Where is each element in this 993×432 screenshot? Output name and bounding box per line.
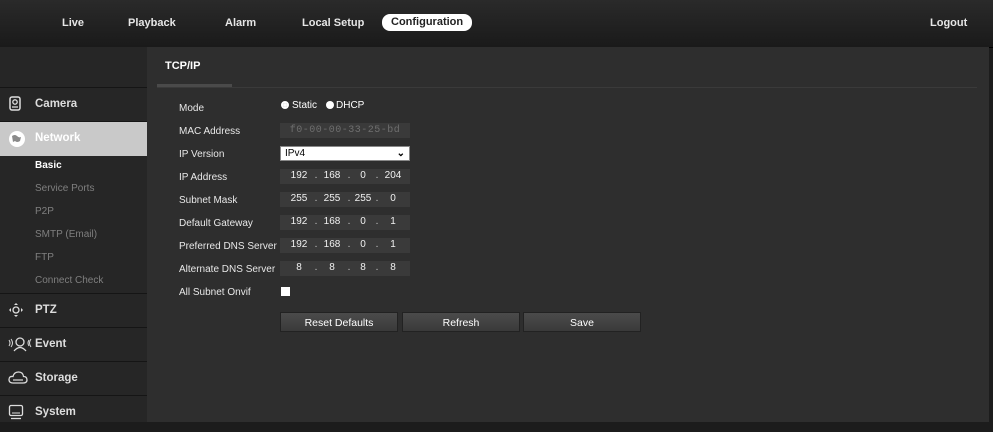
ip-octet[interactable]: 255 — [350, 193, 376, 204]
ip-octet[interactable]: 8 — [286, 262, 312, 273]
tab-divider — [157, 87, 977, 88]
ip-octet[interactable]: 8 — [319, 262, 345, 273]
dhcp-radio[interactable] — [326, 101, 334, 109]
sidebar-item-label: Storage — [35, 372, 78, 384]
all-subnet-onvif-label: All Subnet Onvif — [179, 287, 251, 298]
ip-octet[interactable]: 8 — [380, 262, 406, 273]
network-globe-icon — [9, 131, 25, 147]
ip-octet[interactable]: 192 — [286, 239, 312, 250]
sidebar: Camera Network Basic Service Ports P2P S… — [0, 47, 155, 432]
preferred-dns-label: Preferred DNS Server — [179, 241, 277, 252]
ip-octet[interactable]: 168 — [319, 216, 345, 227]
ip-octet[interactable]: 192 — [286, 216, 312, 227]
ip-octet[interactable]: 0 — [380, 193, 406, 204]
sidebar-subitem-basic[interactable]: Basic — [35, 160, 62, 171]
sidebar-subitem-connect-check[interactable]: Connect Check — [35, 275, 103, 286]
dhcp-radio-label: DHCP — [336, 100, 365, 111]
all-subnet-onvif-checkbox[interactable] — [281, 287, 290, 296]
ip-octet[interactable]: 0 — [350, 170, 376, 181]
ip-octet[interactable]: 0 — [350, 239, 376, 250]
ip-octet[interactable]: 192 — [286, 170, 312, 181]
preferred-dns-field[interactable]: 192 . 168 . 0 . 1 — [280, 238, 410, 253]
camera-icon — [9, 96, 21, 111]
nav-tab-configuration[interactable]: Configuration — [382, 14, 473, 31]
logout-link[interactable]: Logout — [930, 15, 967, 31]
tab-tcpip[interactable]: TCP/IP — [165, 60, 200, 72]
bottom-strip — [0, 422, 993, 432]
ip-version-label: IP Version — [179, 149, 225, 160]
sidebar-subitem-service-ports[interactable]: Service Ports — [35, 183, 94, 194]
nav-tab-local-setup[interactable]: Local Setup — [302, 15, 364, 31]
sidebar-item-label: Network — [35, 132, 81, 144]
alternate-dns-label: Alternate DNS Server — [179, 264, 276, 275]
ip-octet[interactable]: 168 — [319, 170, 345, 181]
reset-defaults-button[interactable]: Reset Defaults — [280, 312, 398, 332]
sidebar-item-label: Camera — [35, 98, 78, 110]
ip-version-value: IPv4 — [285, 148, 306, 159]
event-person-icon — [8, 337, 32, 352]
ptz-icon — [9, 303, 23, 317]
sidebar-item-ptz[interactable]: PTZ — [0, 293, 147, 328]
alternate-dns-field[interactable]: 8 . 8 . 8 . 8 — [280, 261, 410, 276]
storage-cloud-icon — [8, 371, 28, 384]
nav-tab-playback[interactable]: Playback — [128, 15, 176, 31]
sidebar-subitem-ftp[interactable]: FTP — [35, 252, 54, 263]
ip-octet[interactable]: 204 — [380, 170, 406, 181]
ip-octet[interactable]: 8 — [350, 262, 376, 273]
default-gateway-label: Default Gateway — [179, 218, 253, 229]
sidebar-item-camera[interactable]: Camera — [0, 87, 147, 122]
sidebar-item-label: Event — [35, 338, 67, 350]
ip-octet[interactable]: 255 — [319, 193, 345, 204]
ip-octet[interactable]: 255 — [286, 193, 312, 204]
sidebar-item-event[interactable]: Event — [0, 327, 147, 362]
static-radio[interactable] — [281, 101, 289, 109]
sidebar-item-network[interactable]: Network — [0, 121, 155, 156]
sidebar-item-label: PTZ — [35, 304, 57, 316]
refresh-button[interactable]: Refresh — [402, 312, 520, 332]
sidebar-subitem-p2p[interactable]: P2P — [35, 206, 54, 217]
mac-address-label: MAC Address — [179, 126, 241, 137]
nav-tab-live[interactable]: Live — [62, 15, 84, 31]
chevron-down-icon: ⌄ — [396, 148, 405, 159]
ip-version-select[interactable]: IPv4 ⌄ — [280, 146, 410, 161]
ip-address-field[interactable]: 192 . 168 . 0 . 204 — [280, 169, 410, 184]
ip-octet[interactable]: 168 — [319, 239, 345, 250]
save-button[interactable]: Save — [523, 312, 641, 332]
sidebar-subitem-smtp[interactable]: SMTP (Email) — [35, 229, 97, 240]
mode-label: Mode — [179, 103, 205, 114]
ip-address-label: IP Address — [179, 172, 228, 183]
default-gateway-field[interactable]: 192 . 168 . 0 . 1 — [280, 215, 410, 230]
nav-tab-alarm[interactable]: Alarm — [225, 15, 256, 31]
main-panel: TCP/IP Mode Static DHCP MAC Address f0-0… — [147, 47, 989, 422]
sidebar-item-storage[interactable]: Storage — [0, 361, 147, 396]
ip-octet[interactable]: 1 — [380, 239, 406, 250]
subnet-mask-field[interactable]: 255 . 255 . 255 . 0 — [280, 192, 410, 207]
static-radio-label: Static — [292, 100, 318, 111]
subnet-mask-label: Subnet Mask — [179, 195, 238, 206]
ip-octet[interactable]: 1 — [380, 216, 406, 227]
system-monitor-icon — [8, 404, 24, 420]
top-nav-bar: Live Playback Alarm Local Setup Configur… — [0, 0, 993, 48]
mac-address-field: f0-00-00-33-25-bd — [280, 123, 410, 138]
sidebar-item-label: System — [35, 406, 76, 418]
ip-octet[interactable]: 0 — [350, 216, 376, 227]
